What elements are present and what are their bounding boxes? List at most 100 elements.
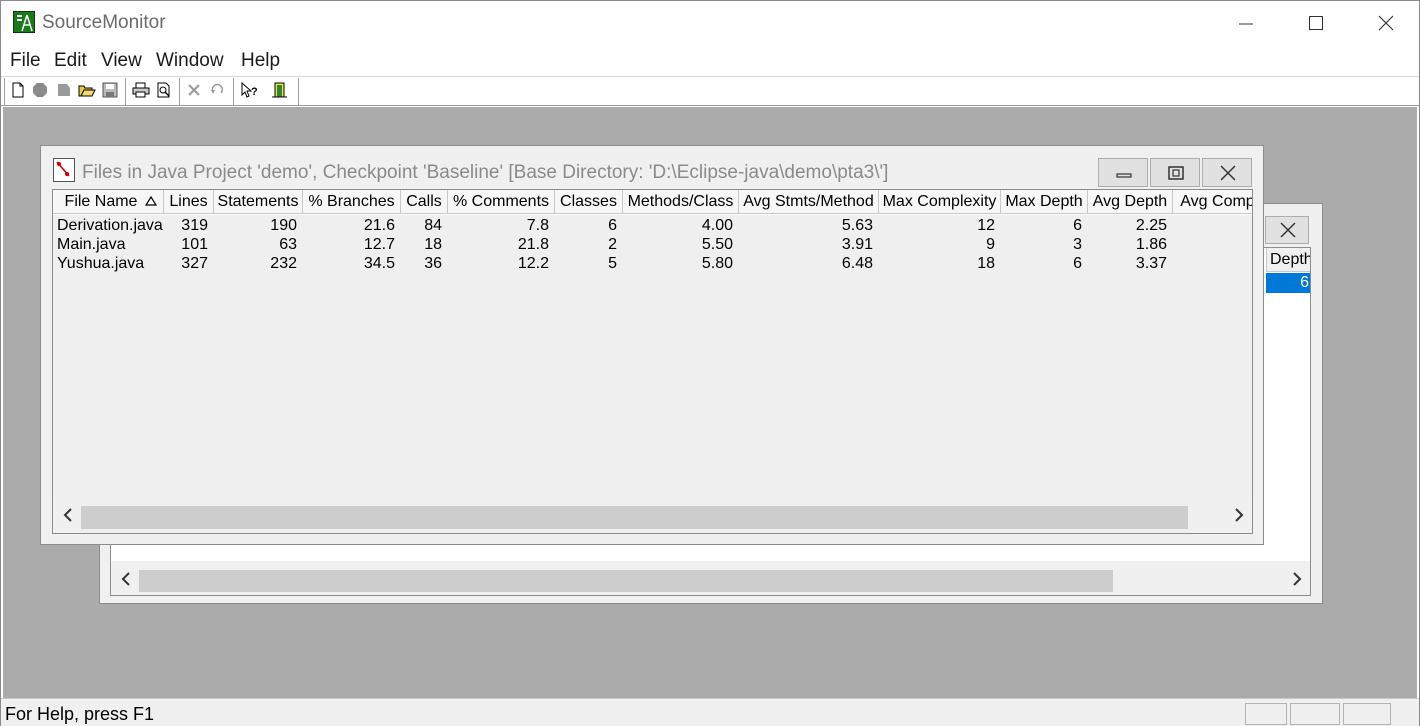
open-folder-icon[interactable] [76,80,98,101]
selected-row-cell[interactable]: 6 [1266,273,1310,293]
print-icon[interactable] [130,80,152,101]
metric-cell: 18 [977,255,995,272]
metric-cell: 3 [1073,236,1082,253]
window-title: SourceMonitor [42,12,166,33]
metric-cell: 21.8 [517,236,549,253]
scrollbar-thumb[interactable] [81,506,1188,529]
delete-icon[interactable] [184,80,206,101]
scroll-left-icon[interactable] [62,508,74,522]
toolbar-separator [4,78,6,105]
table-row[interactable]: Yushua.java 327 232 34.5 36 12.2 5 5.80 6.48 18 6 3… [53,255,1252,274]
close-button[interactable] [1351,1,1420,45]
child-minimize-button[interactable] [1098,158,1148,187]
metric-cell: 232 [270,255,297,272]
table-row[interactable]: Derivation.java 319 190 21.6 84 7.8 6 4.00 5.63 1… [53,217,1252,236]
document-icon [53,158,75,182]
files-child-window[interactable]: Files in Java Project 'demo', Checkpoint… [40,145,1264,545]
files-list-view[interactable]: File Name Lines Statements% Branches Calls%… [52,189,1253,534]
status-bar: For Help, press F1 [1,698,1419,726]
column-header-avg-depth[interactable]: Avg Depth [1088,190,1173,214]
toolbar: ? [1,77,1419,106]
horizontal-scrollbar[interactable] [111,561,1310,595]
metric-cell: 5.80 [701,255,733,272]
table-row[interactable]: Main.java 101 63 12.7 18 21.8 2 5.50 3.91 9 3 1.86 [53,236,1252,255]
column-header-comments[interactable]: % Comments [448,190,555,214]
child-restore-button[interactable] [1150,158,1200,187]
column-header-methods-class[interactable]: Methods/Class [623,190,739,214]
scrollbar-thumb[interactable] [139,570,1113,592]
mdi-workspace: Depth 6 Files in Java Project 'demo', Ch… [3,107,1417,698]
toolbar-separator [125,78,127,105]
column-header-depth[interactable]: Depth [1266,248,1310,272]
metric-cell: 36 [424,255,442,272]
metric-cell: 21.6 [363,217,395,234]
metric-cell: 2 [608,236,617,253]
new-file-icon[interactable] [8,80,30,101]
metric-cell: 5.63 [841,217,873,234]
column-header-classes[interactable]: Classes [555,190,623,214]
metric-cell: 12 [977,217,995,234]
sort-ascending-icon [145,196,157,206]
scroll-left-icon[interactable] [120,572,132,586]
menu-file[interactable]: File [10,50,41,72]
child-close-button[interactable] [1202,158,1252,187]
column-header-statements[interactable]: Statements [214,190,303,214]
column-header-avg-stmts-method[interactable]: Avg Stmts/Method [739,190,879,214]
checkpoint-icon[interactable] [30,80,52,101]
metric-cell: 34.5 [363,255,395,272]
source-monitor-window: SourceMonitor File Edit View Window Help [0,0,1420,726]
column-header-max-depth[interactable]: Max Depth [1001,190,1088,214]
scroll-right-icon[interactable] [1233,508,1245,522]
toolbar-separator [298,78,300,105]
metric-cell: 2.25 [1135,217,1167,234]
menu-view[interactable]: View [101,50,142,72]
exit-icon[interactable] [269,80,291,101]
metric-cell: 3.37 [1135,255,1167,272]
menu-help[interactable]: Help [241,50,280,72]
status-panel [1290,703,1340,725]
files-window-title: Files in Java Project 'demo', Checkpoint… [82,162,889,183]
column-header-branches[interactable]: % Branches [303,190,401,214]
column-header-calls[interactable]: Calls [401,190,448,214]
metric-cell: 5.50 [701,236,733,253]
file-name-cell: Main.java [57,236,126,253]
metric-cell: 9 [986,236,995,253]
metric-cell: 5 [608,255,617,272]
scroll-right-icon[interactable] [1291,572,1303,586]
metric-cell: 101 [181,236,208,253]
svg-text:?: ? [251,86,258,98]
file-name-cell: Yushua.java [57,255,145,272]
undo-icon[interactable] [207,80,229,101]
save-icon[interactable] [100,80,122,101]
background-window-close-button[interactable] [1265,216,1309,244]
status-text: For Help, press F1 [5,704,155,724]
metric-cell: 12.7 [363,236,395,253]
menu-window[interactable]: Window [156,50,224,72]
toolbar-separator [179,78,181,105]
metric-cell: 6.48 [841,255,873,272]
column-header-max-complexity[interactable]: Max Complexity [879,190,1001,214]
minimize-button[interactable] [1211,1,1281,45]
context-help-icon[interactable]: ? [239,80,261,101]
toolbar-separator [233,78,235,105]
metric-cell: 6 [608,217,617,234]
print-preview-icon[interactable] [154,80,176,101]
column-header-row: File Name Lines Statements% Branches Calls%… [53,190,1252,214]
file-name-cell: Derivation.java [57,217,163,234]
metric-cell: 18 [424,236,442,253]
column-header-lines[interactable]: Lines [164,190,214,214]
status-panel [1245,703,1287,725]
metric-cell: 6 [1073,255,1082,272]
checkpoint-gray-icon[interactable] [53,80,75,101]
maximize-button[interactable] [1281,1,1351,45]
metric-cell: 1.86 [1135,236,1167,253]
source-monitor-app-icon [13,11,35,33]
metric-cell: 4.00 [701,217,733,234]
metric-cell: 7.8 [526,217,549,234]
metric-cell: 190 [270,217,297,234]
menu-bar: File Edit View Window Help [1,45,1419,77]
metric-cell: 12.2 [517,255,549,272]
column-header-avg-comp[interactable]: Avg Comp [1173,190,1252,214]
horizontal-scrollbar[interactable] [53,497,1252,533]
menu-edit[interactable]: Edit [54,50,87,72]
